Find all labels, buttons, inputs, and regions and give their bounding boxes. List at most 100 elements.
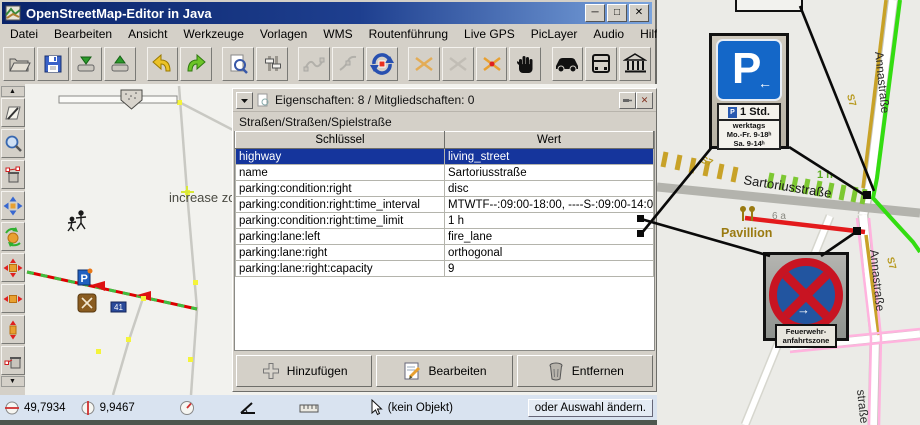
table-row[interactable]: highway living_street <box>235 148 654 165</box>
magnifier-icon <box>5 135 22 152</box>
tag-value[interactable]: fire_lane <box>444 228 654 245</box>
scale-horizontal-tool-button[interactable] <box>0 284 25 313</box>
tag-value[interactable]: orthogonal <box>444 244 654 261</box>
bus-button[interactable] <box>585 46 618 81</box>
download-button[interactable] <box>70 46 103 81</box>
tag-key[interactable]: parking:condition:right <box>235 180 445 197</box>
longitude-value: 9,9467 <box>99 401 135 414</box>
open-button[interactable] <box>3 46 35 81</box>
parking-lane-gold-dashes <box>660 151 739 183</box>
car-button[interactable] <box>551 46 584 81</box>
preferences-icon <box>265 55 282 71</box>
right-arrow-icon: → <box>797 302 810 317</box>
tag-value[interactable]: 1 h <box>444 212 654 229</box>
save-button[interactable] <box>36 46 69 81</box>
panel-close-button[interactable]: ✕ <box>636 91 653 109</box>
housenumber-label: 6 a <box>772 211 786 222</box>
menu-vorlagen[interactable]: Vorlagen <box>252 25 315 43</box>
tag-key[interactable]: parking:condition:right:time_interval <box>235 196 445 213</box>
parking-p-symbol: P <box>732 44 762 93</box>
object-label: (kein Objekt) <box>387 401 453 414</box>
edit-tag-label: Bearbeiten <box>428 364 487 378</box>
title-bar[interactable]: OpenStreetMap-Editor in Java ─ □ ✕ <box>2 2 652 24</box>
tag-value[interactable]: Sartoriusstraße <box>444 164 654 181</box>
upload-button[interactable] <box>104 46 137 81</box>
minimize-button[interactable]: ─ <box>585 4 605 22</box>
table-row[interactable]: parking:condition:right:time_limit 1 h <box>235 212 654 229</box>
zoom-selection-button[interactable] <box>222 46 255 81</box>
scale-horizontal-icon <box>3 294 22 303</box>
parking-days: werktags <box>732 121 766 130</box>
merge-nodes-button-gray[interactable] <box>441 46 474 81</box>
synchronize-icon <box>369 52 394 75</box>
delete-node-tool-button[interactable] <box>0 346 25 375</box>
properties-panel-title: Eigenschaften: 8 / Mitgliedschaften: 0 <box>275 93 475 107</box>
add-tag-button[interactable]: Hinzufügen <box>236 355 373 387</box>
table-row[interactable]: parking:lane:left fire_lane <box>235 228 654 245</box>
parking-disc-icon: P <box>728 106 738 118</box>
app-icon <box>5 5 21 21</box>
split-way-button[interactable] <box>332 46 364 81</box>
synchronize-button[interactable] <box>365 46 398 81</box>
menu-werkzeuge[interactable]: Werkzeuge <box>175 25 251 43</box>
undo-button[interactable] <box>146 46 179 81</box>
menu-audio[interactable]: Audio <box>585 25 632 43</box>
scale-vertical-tool-button[interactable] <box>0 315 25 344</box>
tag-key[interactable]: highway <box>235 148 445 165</box>
redo-button[interactable] <box>180 46 213 81</box>
table-row[interactable]: parking:condition:right disc <box>235 180 654 197</box>
tag-value[interactable]: disc <box>444 180 654 197</box>
merge-nodes-button-disabled[interactable] <box>408 46 440 81</box>
rotate-tool-button[interactable] <box>0 222 25 251</box>
table-row[interactable]: name Sartoriusstraße <box>235 164 654 181</box>
scroll-down-icon[interactable]: ▼ <box>0 376 25 387</box>
tag-value[interactable]: 9 <box>444 260 654 277</box>
merge-icon-gray <box>449 56 467 71</box>
table-row[interactable]: parking:lane:right orthogonal <box>235 244 654 261</box>
distance-display <box>299 401 319 415</box>
pin-button[interactable] <box>619 91 636 109</box>
bank-poi-button[interactable] <box>619 46 651 81</box>
tag-key[interactable]: parking:lane:left <box>235 228 445 245</box>
menu-routenfuehrung[interactable]: Routenführung <box>361 25 456 43</box>
parking-time-label: 1 h <box>817 169 833 181</box>
menu-ansicht[interactable]: Ansicht <box>120 25 175 43</box>
zoom-tool-button[interactable] <box>0 129 25 158</box>
edit-tag-button[interactable]: Bearbeiten <box>376 355 513 387</box>
menu-bearbeiten[interactable]: Bearbeiten <box>46 25 120 43</box>
column-header-key[interactable]: Schlüssel <box>235 131 445 149</box>
menu-live-gps[interactable]: Live GPS <box>456 25 523 43</box>
menu-piclayer[interactable]: PicLayer <box>523 25 586 43</box>
scroll-up-icon[interactable]: ▲ <box>0 86 25 97</box>
scale-tool-button[interactable] <box>0 253 25 282</box>
tag-key[interactable]: parking:condition:right:time_limit <box>235 212 445 229</box>
column-header-value[interactable]: Wert <box>444 131 654 149</box>
car-icon <box>556 57 579 72</box>
edit-tool-button[interactable] <box>0 98 25 127</box>
unglue-way-button[interactable] <box>298 46 331 81</box>
maximize-button[interactable]: □ <box>607 4 627 22</box>
tag-value[interactable]: MTWTF--:09:00-18:00, ----S-:09:00-14:00 <box>444 196 654 213</box>
close-button[interactable]: ✕ <box>629 4 649 22</box>
tag-key[interactable]: name <box>235 164 445 181</box>
tag-key[interactable]: parking:lane:right:capacity <box>235 260 445 277</box>
join-node-way-button[interactable] <box>475 46 508 81</box>
window-title: OpenStreetMap-Editor in Java <box>26 5 212 21</box>
table-row[interactable]: parking:condition:right:time_interval MTW… <box>235 196 654 213</box>
preferences-button[interactable] <box>256 46 288 81</box>
table-row[interactable]: parking:lane:right:capacity 9 <box>235 260 654 277</box>
menu-wms[interactable]: WMS <box>315 25 360 43</box>
panel-menu-button[interactable] <box>236 91 253 109</box>
move-tool-button[interactable] <box>0 191 25 220</box>
tag-key[interactable]: parking:lane:right <box>235 244 445 261</box>
pan-button[interactable] <box>509 46 542 81</box>
download-icon <box>77 56 95 71</box>
tag-value[interactable]: living_street <box>444 148 654 165</box>
longitude-icon <box>81 400 95 415</box>
tags-table-wrap: Schlüssel Wert highway living_street name… <box>234 131 655 351</box>
change-selection-button[interactable]: oder Auswahl ändern. <box>527 398 653 417</box>
remove-tag-button[interactable]: Entfernen <box>516 355 653 387</box>
menu-datei[interactable]: Datei <box>2 25 46 43</box>
preset-link[interactable]: Straßen/Straßen/Spielstraße <box>233 111 656 131</box>
delete-tool-button[interactable] <box>0 160 25 189</box>
